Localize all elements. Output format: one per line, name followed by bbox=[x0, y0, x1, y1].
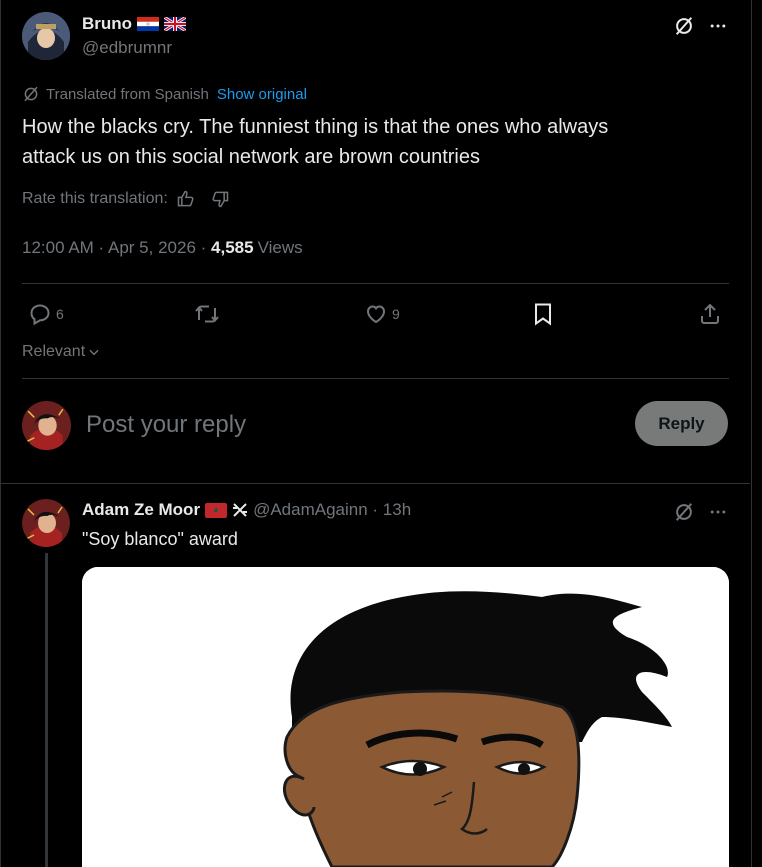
reply-action[interactable]: 6 bbox=[28, 302, 64, 326]
reply-author-handle[interactable]: @AdamAgainn bbox=[253, 500, 368, 520]
paraguay-flag-icon bbox=[137, 17, 160, 31]
divider bbox=[22, 283, 729, 284]
tweet-timestamp[interactable]: 12:00 AM · Apr 5, 2026 · bbox=[22, 238, 211, 258]
more-options-icon[interactable] bbox=[706, 500, 730, 524]
share-icon bbox=[698, 302, 722, 326]
like-count: 9 bbox=[392, 306, 400, 322]
author-avatar[interactable] bbox=[22, 12, 70, 60]
bookmark-action[interactable] bbox=[532, 302, 554, 326]
reply-author-name[interactable]: Adam Ze Moor bbox=[82, 500, 200, 520]
author-handle[interactable]: @edbrumnr bbox=[82, 38, 172, 58]
grok-icon[interactable] bbox=[672, 500, 696, 524]
thread-line bbox=[45, 553, 48, 867]
reply-media-image[interactable] bbox=[82, 567, 729, 867]
more-options-icon[interactable] bbox=[706, 14, 730, 38]
thumbs-down-icon[interactable] bbox=[210, 189, 230, 209]
repost-action[interactable] bbox=[194, 302, 220, 326]
sort-dropdown[interactable]: Relevant bbox=[22, 343, 101, 361]
views-count: 4,585 bbox=[211, 238, 254, 257]
share-action[interactable] bbox=[698, 302, 722, 326]
heart-icon bbox=[364, 302, 388, 326]
divider bbox=[0, 483, 750, 484]
tweet-text-line: attack us on this social network are bro… bbox=[22, 146, 480, 168]
bookmark-icon bbox=[532, 302, 554, 326]
translated-label: Translated from Spanish bbox=[46, 85, 209, 103]
divider bbox=[22, 378, 729, 379]
reply-author-avatar[interactable] bbox=[22, 499, 70, 547]
morocco-flag-icon bbox=[205, 502, 228, 518]
repost-icon bbox=[194, 302, 220, 326]
like-action[interactable]: 9 bbox=[364, 302, 400, 326]
reply-input[interactable] bbox=[84, 404, 608, 446]
author-name[interactable]: Bruno bbox=[82, 14, 132, 34]
reply-text: "Soy blanco" award bbox=[82, 529, 238, 549]
reply-count: 6 bbox=[56, 306, 64, 322]
uk-flag-icon bbox=[163, 15, 187, 33]
user-avatar[interactable] bbox=[22, 401, 71, 450]
views-label: Views bbox=[257, 238, 303, 257]
x-swords-icon bbox=[232, 502, 248, 518]
reply-time[interactable]: · 13h bbox=[368, 500, 411, 520]
tweet-text: How the blacks cry. The funniest thing i… bbox=[22, 112, 722, 172]
show-original-link[interactable]: Show original bbox=[217, 86, 307, 103]
translate-icon bbox=[22, 85, 40, 103]
reply-button[interactable]: Reply bbox=[635, 401, 728, 446]
tweet-text-line: How the blacks cry. The funniest thing i… bbox=[22, 116, 609, 138]
reply-icon bbox=[28, 302, 52, 326]
rate-translation-label: Rate this translation: bbox=[22, 190, 168, 207]
thumbs-up-icon[interactable] bbox=[176, 189, 196, 209]
grok-icon[interactable] bbox=[672, 14, 696, 38]
chevron-down-icon bbox=[87, 345, 101, 359]
sort-label: Relevant bbox=[22, 343, 86, 360]
